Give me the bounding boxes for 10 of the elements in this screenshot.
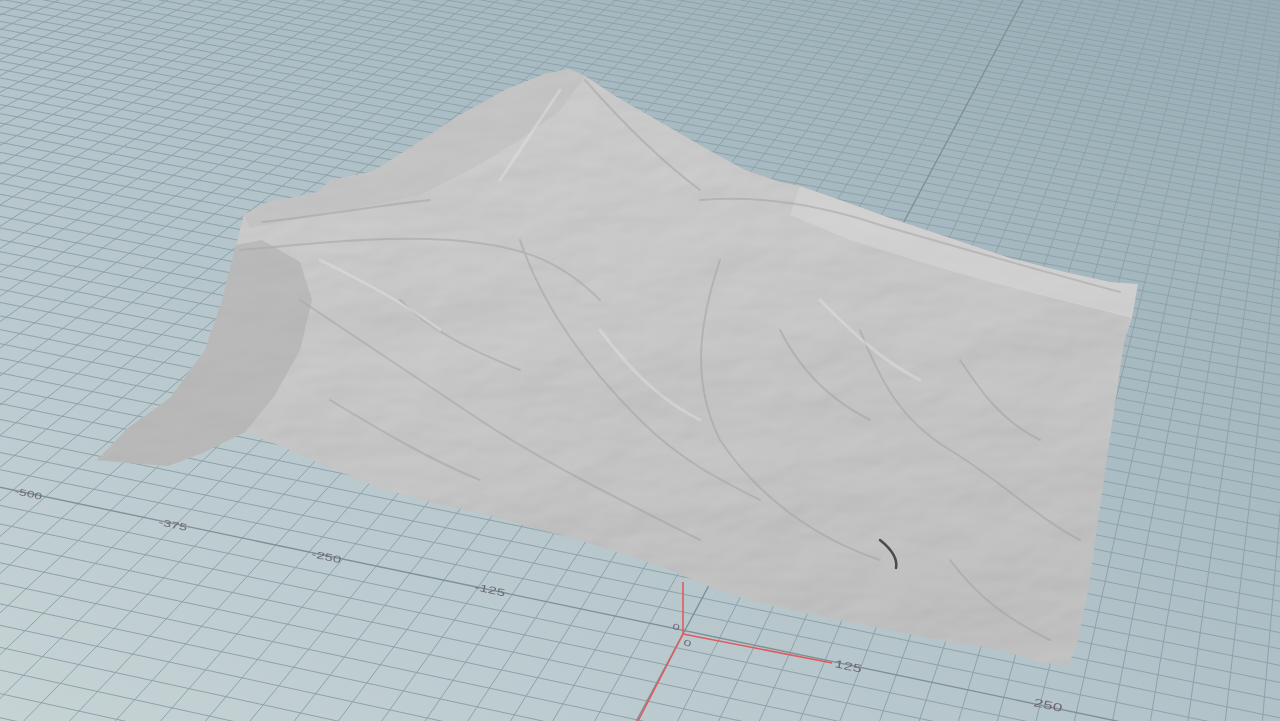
axis-label: 250 (1032, 696, 1064, 715)
axis-label: 125 (833, 657, 863, 675)
y-axis-line (682, 581, 684, 635)
axis-label: -125 (473, 580, 507, 599)
axis-label: -250 (310, 548, 343, 566)
axis-label: -500 (13, 485, 44, 503)
terrain-crevice (878, 538, 898, 570)
axis-label: 0 (682, 637, 693, 649)
axis-label: -375 (157, 516, 189, 534)
axis-label: 0 (671, 621, 681, 633)
